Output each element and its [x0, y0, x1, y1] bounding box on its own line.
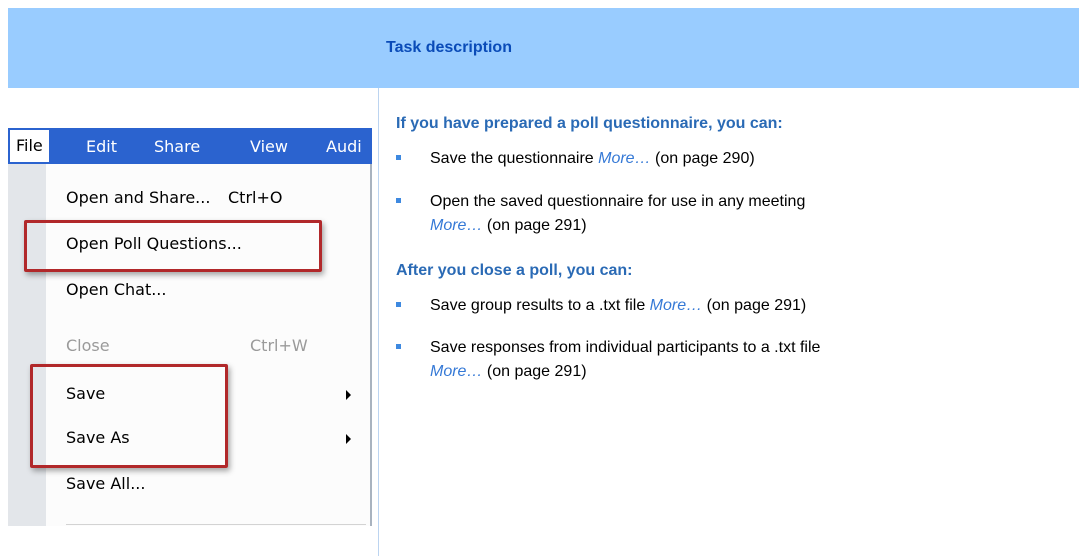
- menubar-edit[interactable]: Edit: [86, 137, 117, 156]
- shortcut-open: Ctrl+O: [228, 188, 283, 207]
- menu-item-open-chat[interactable]: Open Chat...: [66, 280, 166, 299]
- column-divider: [378, 88, 379, 556]
- highlight-box-save: [30, 364, 228, 468]
- submenu-arrow-icon: [346, 390, 351, 400]
- more-link[interactable]: More…: [598, 150, 650, 167]
- menu-gutter: [8, 164, 46, 526]
- list-item: Save responses from individual participa…: [430, 339, 821, 380]
- more-link[interactable]: More…: [430, 363, 482, 380]
- bullet-icon: [396, 302, 401, 307]
- list-item: Open the saved questionnaire for use in …: [430, 193, 806, 234]
- menubar-file[interactable]: File: [10, 130, 49, 162]
- menubar-audio[interactable]: Audi: [326, 137, 362, 156]
- menubar-share[interactable]: Share: [154, 137, 200, 156]
- more-link[interactable]: More…: [430, 217, 482, 234]
- bullet-icon: [396, 198, 401, 203]
- menu-item-save-all[interactable]: Save All...: [66, 474, 145, 493]
- submenu-arrow-icon: [346, 434, 351, 444]
- highlight-box-open-poll: [24, 220, 322, 272]
- more-link[interactable]: More…: [650, 297, 702, 314]
- table-header: Task description: [8, 8, 1079, 88]
- list-item: Save the questionnaire More… (on page 29…: [430, 150, 755, 167]
- menubar-view[interactable]: View: [250, 137, 288, 156]
- shortcut-close: Ctrl+W: [250, 336, 308, 355]
- section-heading-after-close: After you close a poll, you can:: [396, 262, 633, 279]
- menu-separator: [66, 524, 366, 525]
- menu-item-open-and-share[interactable]: Open and Share...: [66, 188, 210, 207]
- header-title: Task description: [386, 39, 512, 56]
- menubar: File Edit Share View Audi: [8, 128, 372, 164]
- bullet-icon: [396, 344, 401, 349]
- file-menu-screenshot: File Edit Share View Audi Open and Share…: [8, 128, 372, 526]
- list-item: Save group results to a .txt file More… …: [430, 297, 807, 314]
- menu-item-close: Close: [66, 336, 110, 355]
- menu-border: [370, 164, 372, 526]
- bullet-icon: [396, 155, 401, 160]
- section-heading-poll-questionnaire: If you have prepared a poll questionnair…: [396, 115, 783, 132]
